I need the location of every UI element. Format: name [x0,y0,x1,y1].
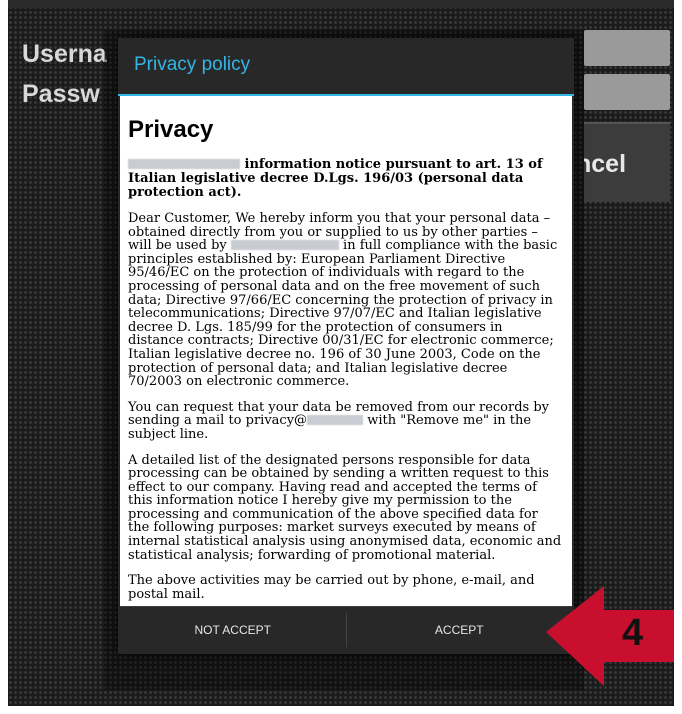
accept-button[interactable]: ACCEPT [347,607,573,653]
paragraph-1-end: in full compliance with the basic princi… [128,238,558,390]
dialog-title: Privacy policy [134,54,251,75]
paragraph-4: The above activities may be carried out … [128,573,535,602]
annotation-arrow-icon [546,586,674,686]
privacy-dialog: Privacy policy Privacy information notic… [118,38,574,654]
privacy-content[interactable]: Privacy information notice pursuant to a… [120,96,572,606]
username-field [584,30,670,66]
paragraph-1: Dear Customer, We hereby inform you that… [128,212,562,389]
redacted-company-name [128,159,240,169]
status-strip [8,0,674,8]
password-label: Passw [22,80,100,108]
dialog-button-bar: NOT ACCEPT ACCEPT [120,606,572,653]
password-field [584,74,670,110]
redacted-email-domain [307,415,364,426]
step-number: 4 [622,612,644,654]
redacted-company-name [230,240,339,251]
cancel-button: ncel [584,122,670,202]
arrow-shape [546,586,674,686]
lead-paragraph: information notice pursuant to art. 13 o… [128,158,562,200]
paragraph-2: You can request that your data be remove… [128,401,562,442]
not-accept-button[interactable]: NOT ACCEPT [120,607,346,653]
privacy-heading: Privacy [128,116,214,143]
paragraph-3: A detailed list of the designated person… [128,452,562,563]
username-label: Userna [22,40,107,68]
